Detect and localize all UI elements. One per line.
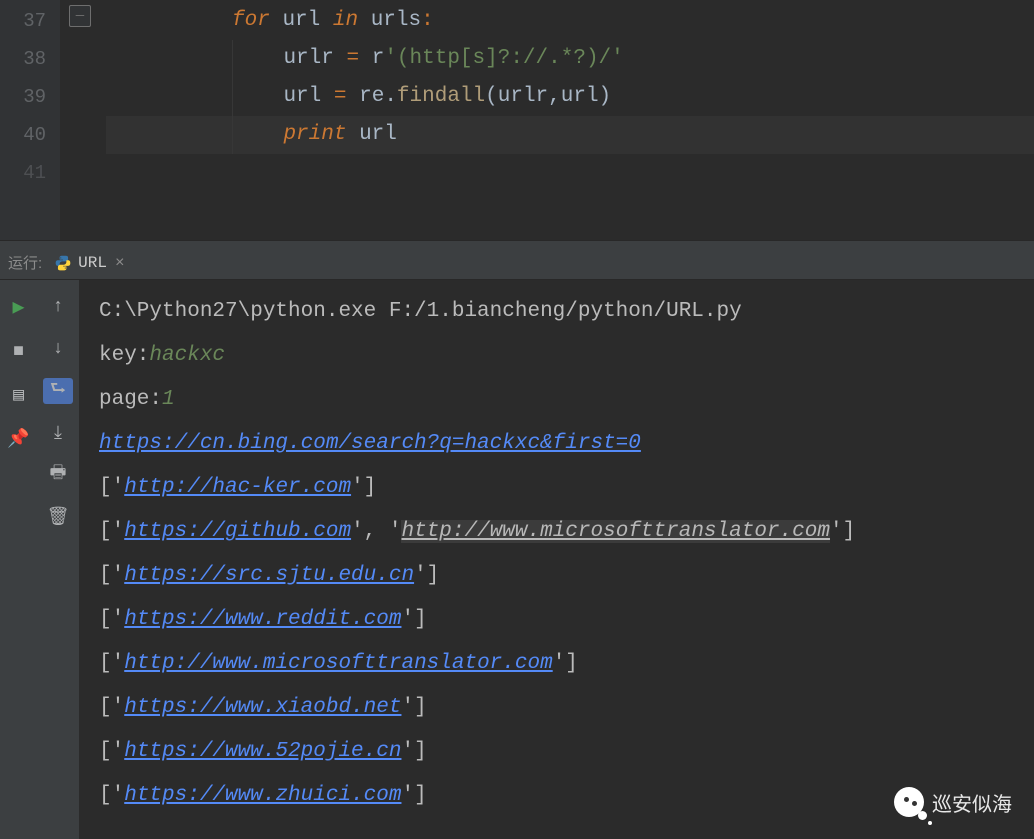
layout-icon[interactable]: ▤ xyxy=(13,384,24,406)
console-line: page:1 xyxy=(99,378,1028,422)
keyword-for: for xyxy=(232,9,270,32)
url-link[interactable]: http://hac-ker.com xyxy=(124,476,351,499)
run-tab-name[interactable]: URL xyxy=(78,254,107,272)
run-tab-bar: 运行: URL × xyxy=(0,246,1034,280)
keyword-in: in xyxy=(333,9,358,32)
fold-column: — xyxy=(60,0,106,240)
code-line[interactable]: urlr = r'(http[s]?://.*?)/' xyxy=(106,40,1034,78)
line-no: 40 xyxy=(0,116,46,154)
operator: = xyxy=(334,85,347,108)
close-tab-icon[interactable]: × xyxy=(115,254,125,272)
identifier: urls xyxy=(371,9,421,32)
url-link[interactable]: http://www.microsofttranslator.com xyxy=(124,652,552,675)
pin-icon[interactable]: 📌 xyxy=(7,428,29,450)
console-line: ['https://www.xiaobd.net'] xyxy=(99,686,1028,730)
run-label: 运行: xyxy=(8,252,42,273)
identifier: urlr xyxy=(283,47,333,70)
python-icon xyxy=(54,254,72,272)
console-line: key:hackxc xyxy=(99,334,1028,378)
arrow-up-icon[interactable]: ↑ xyxy=(53,294,64,320)
console-cmd: C:\Python27\python.exe F:/1.biancheng/py… xyxy=(99,290,1028,334)
operator: = xyxy=(346,47,359,70)
code-editor[interactable]: 37 38 39 40 41 — for url in urls: urlr =… xyxy=(0,0,1034,240)
line-no: 41 xyxy=(0,154,46,192)
scroll-end-icon[interactable]: ⤓ xyxy=(54,420,62,446)
string-literal: '(http[s]?://.*?)/' xyxy=(384,47,623,70)
console-line: ['https://src.sjtu.edu.cn'] xyxy=(99,554,1028,598)
line-gutter: 37 38 39 40 41 xyxy=(0,0,60,240)
console-line: ['https://github.com', 'http://www.micro… xyxy=(99,510,1028,554)
url-link[interactable]: https://www.xiaobd.net xyxy=(124,696,401,719)
run-tool-window: ▶ ■ ▤ 📌 ↑ ↓ ⮑ ⤓ 🖶 🗑 C:\Python27\python.e… xyxy=(0,280,1034,839)
console-line: https://cn.bing.com/search?q=hackxc&firs… xyxy=(99,422,1028,466)
trash-icon[interactable]: 🗑 xyxy=(47,504,70,530)
run-actions-col2: ↑ ↓ ⮑ ⤓ 🖶 🗑 xyxy=(37,280,79,839)
line-no: 39 xyxy=(0,78,46,116)
prefix-r: r xyxy=(372,47,385,70)
watermark-text: 巡安似海 xyxy=(932,788,1012,817)
run-actions-col1: ▶ ■ ▤ 📌 xyxy=(0,280,37,839)
identifier: url xyxy=(359,123,397,146)
input-label: key: xyxy=(99,344,149,367)
code-line[interactable]: url = re.findall(urlr,url) xyxy=(106,78,1034,116)
args: (urlr,url) xyxy=(485,85,611,108)
play-icon[interactable]: ▶ xyxy=(12,294,24,320)
identifier: url xyxy=(282,9,320,32)
stop-icon[interactable]: ■ xyxy=(13,342,24,362)
module: re xyxy=(359,85,384,108)
identifier: url xyxy=(283,85,321,108)
line-no: 37 xyxy=(0,2,46,40)
url-link[interactable]: https://www.reddit.com xyxy=(124,608,401,631)
url-link[interactable]: http://www.microsofttranslator.com xyxy=(401,520,829,543)
colon: : xyxy=(421,9,434,32)
watermark: 巡安似海 xyxy=(894,787,1012,817)
code-line[interactable]: for url in urls: xyxy=(106,2,1034,40)
console-line: ['http://www.microsofttranslator.com'] xyxy=(99,642,1028,686)
input-value: hackxc xyxy=(149,344,225,367)
console-line: ['https://www.reddit.com'] xyxy=(99,598,1028,642)
line-no: 38 xyxy=(0,40,46,78)
function: findall xyxy=(397,85,485,108)
url-link[interactable]: https://www.zhuici.com xyxy=(124,784,401,807)
input-label: page: xyxy=(99,388,162,411)
wechat-icon xyxy=(894,787,924,817)
url-link[interactable]: https://src.sjtu.edu.cn xyxy=(124,564,414,587)
console-line: ['https://www.52pojie.cn'] xyxy=(99,730,1028,774)
url-link[interactable]: https://github.com xyxy=(124,520,351,543)
arrow-down-icon[interactable]: ↓ xyxy=(53,336,64,362)
fold-marker-icon[interactable]: — xyxy=(69,5,91,27)
wrap-icon[interactable]: ⮑ xyxy=(43,378,73,404)
console-line: ['https://www.zhuici.com'] xyxy=(99,774,1028,818)
dot: . xyxy=(384,85,397,108)
code-area[interactable]: for url in urls: urlr = r'(http[s]?://.*… xyxy=(106,0,1034,240)
input-value: 1 xyxy=(162,388,175,411)
url-link[interactable]: https://www.52pojie.cn xyxy=(124,740,401,763)
print-icon[interactable]: 🖶 xyxy=(50,462,67,488)
console-output[interactable]: C:\Python27\python.exe F:/1.biancheng/py… xyxy=(79,280,1034,839)
url-link[interactable]: https://cn.bing.com/search?q=hackxc&firs… xyxy=(99,432,641,455)
code-line[interactable]: print url xyxy=(106,116,1034,154)
keyword-print: print xyxy=(283,123,346,146)
code-line[interactable] xyxy=(106,154,1034,192)
console-line: ['http://hac-ker.com'] xyxy=(99,466,1028,510)
